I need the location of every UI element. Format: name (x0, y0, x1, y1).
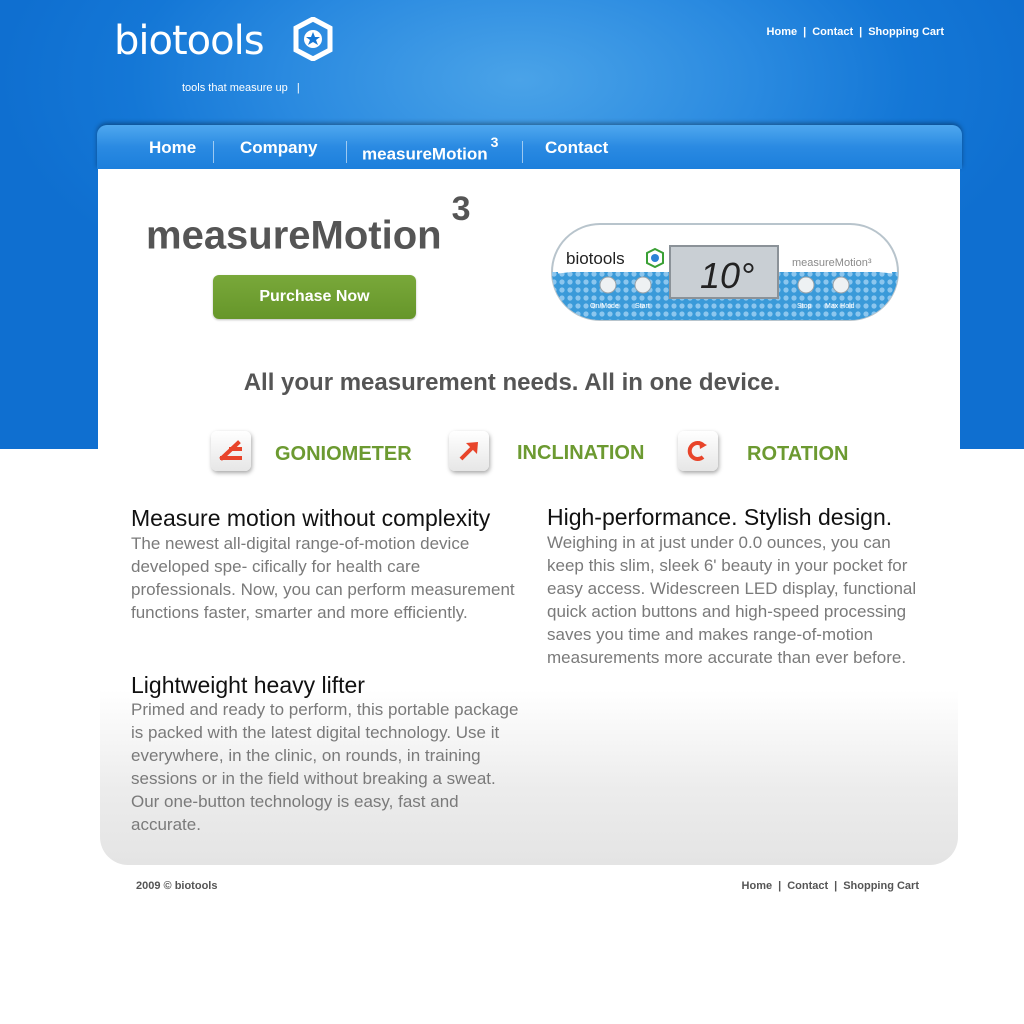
feature-label-goniometer[interactable]: GONIOMETER (275, 443, 412, 466)
section-body-performance: Weighing in at just under 0.0 ounces, yo… (547, 533, 917, 667)
device-model-text: measureMotion³ (792, 257, 872, 269)
top-link-cart[interactable]: Shopping Cart (868, 26, 944, 38)
section-heading-lightweight: Lightweight heavy lifter (131, 672, 365, 698)
inclination-icon[interactable] (449, 431, 489, 471)
top-link-separator: | (803, 26, 807, 38)
product-title-text: measureMotion (146, 213, 442, 258)
nav-item-product[interactable]: measureMotion3 (362, 125, 498, 169)
device-button-stop (797, 276, 815, 294)
device-label-maxhold: Max Hold (825, 303, 855, 310)
device-image: biotools 10° measureMotion³ On/Mode Star… (551, 223, 899, 321)
product-title: measureMotion3 (146, 190, 471, 258)
headline: All your measurement needs. All in one d… (243, 369, 781, 396)
brand-logo-icon (293, 17, 333, 61)
nav-divider (522, 141, 523, 163)
device-brand-text: biotools (566, 249, 625, 268)
device-display-value: 10° (700, 255, 754, 296)
footer-link-separator: | (778, 880, 782, 892)
feature-label-rotation[interactable]: ROTATION (747, 443, 848, 466)
nav-item-contact[interactable]: Contact (545, 125, 608, 169)
nav-product-superscript: 3 (490, 134, 499, 150)
nav-divider (346, 141, 347, 163)
footer-link-contact[interactable]: Contact (787, 880, 828, 892)
top-link-home[interactable]: Home (767, 26, 798, 38)
section-heading-complexity: Measure motion without complexity (131, 505, 491, 531)
purchase-now-button[interactable]: Purchase Now (213, 275, 416, 319)
footer-links: Home | Contact | Shopping Cart (742, 880, 919, 892)
tagline-text: tools that measure up (182, 82, 288, 94)
top-link-contact[interactable]: Contact (812, 26, 853, 38)
footer-link-cart[interactable]: Shopping Cart (843, 880, 919, 892)
nav-divider (213, 141, 214, 163)
main-nav: Home Company measureMotion3 Contact (97, 125, 962, 169)
device-label-mode: On/Mode (590, 303, 619, 310)
device-label-start: Start (635, 303, 650, 310)
section-body-lightweight: Primed and ready to perform, this portab… (131, 700, 519, 834)
device-button-mode (599, 276, 617, 294)
top-link-separator: | (859, 26, 863, 38)
section-body-complexity: The newest all-digital range-of-motion d… (131, 534, 515, 622)
nav-item-home[interactable]: Home (149, 125, 196, 169)
device-button-start (634, 276, 652, 294)
goniometer-icon[interactable] (211, 431, 251, 471)
tagline-separator: | (296, 82, 300, 94)
feature-label-inclination[interactable]: INCLINATION (517, 442, 644, 465)
product-title-superscript: 3 (451, 190, 471, 228)
top-links: Home | Contact | Shopping Cart (767, 26, 944, 38)
nav-item-company[interactable]: Company (240, 125, 317, 169)
device-button-maxhold (832, 276, 850, 294)
device-label-stop: Stop (797, 303, 812, 310)
brand-logo-text[interactable]: biotools (114, 18, 265, 64)
footer-link-home[interactable]: Home (742, 880, 773, 892)
footer-copyright: 2009 © biotools (136, 880, 218, 892)
nav-product-label: measureMotion (362, 144, 488, 164)
footer-link-separator: | (834, 880, 838, 892)
section-heading-performance: High-performance. Stylish design. (547, 504, 893, 530)
rotation-icon[interactable] (678, 431, 718, 471)
brand-tagline: tools that measure up | (182, 82, 300, 94)
